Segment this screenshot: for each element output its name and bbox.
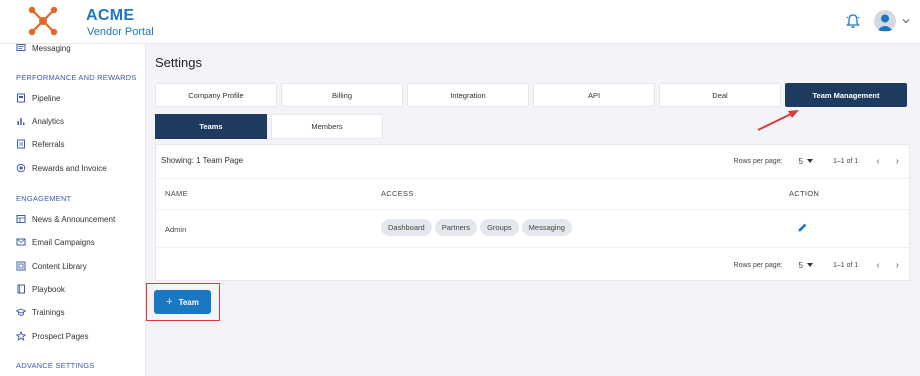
add-team-button[interactable]: + Team bbox=[154, 290, 211, 314]
sidebar-item-label: Email Campaigns bbox=[32, 237, 95, 247]
user-avatar[interactable] bbox=[874, 10, 896, 32]
next-page-icon[interactable]: › bbox=[896, 156, 899, 167]
plus-icon: + bbox=[166, 296, 173, 308]
prev-page-icon[interactable]: ‹ bbox=[876, 156, 879, 167]
access-chip: Dashboard bbox=[381, 219, 432, 236]
page-range: 1–1 of 1 bbox=[833, 157, 859, 165]
sidebar-item-pipeline[interactable]: Pipeline bbox=[16, 90, 60, 106]
sidebar-item-news[interactable]: News & Announcement bbox=[16, 211, 115, 227]
page-range: 1–1 of 1 bbox=[833, 261, 859, 269]
access-chip: Partners bbox=[434, 219, 478, 236]
coin-icon bbox=[16, 163, 26, 173]
sidebar-item-label: Playbook bbox=[32, 284, 65, 294]
graduation-icon bbox=[16, 308, 26, 316]
rows-per-page-select[interactable]: 5 bbox=[799, 157, 803, 166]
column-header-access: ACCESS bbox=[381, 189, 414, 198]
pipeline-icon bbox=[17, 93, 25, 103]
access-chip: Messaging bbox=[521, 219, 572, 236]
sidebar-item-label: Referrals bbox=[32, 139, 65, 149]
next-page-icon[interactable]: › bbox=[896, 260, 899, 271]
access-chips: Dashboard Partners Groups Messaging bbox=[381, 219, 572, 236]
mail-icon bbox=[16, 238, 26, 246]
sidebar-item-label: Rewards and Invoice bbox=[32, 163, 107, 173]
sidebar-item-playbook[interactable]: Playbook bbox=[16, 281, 65, 297]
sidebar-item-prospect-pages[interactable]: Prospect Pages bbox=[16, 328, 88, 344]
sidebar-item-trainings[interactable]: Trainings bbox=[16, 304, 65, 320]
pagination-bottom: Rows per page: 5 1–1 of 1 ‹ › bbox=[734, 258, 899, 272]
annotation-arrow-icon bbox=[757, 110, 799, 131]
divider bbox=[156, 209, 909, 210]
sidebar-item-email-campaigns[interactable]: Email Campaigns bbox=[16, 234, 95, 250]
dropdown-caret-icon[interactable] bbox=[807, 159, 813, 163]
bar-chart-icon bbox=[17, 118, 25, 125]
subtab-teams[interactable]: Teams bbox=[155, 114, 267, 139]
chat-icon bbox=[16, 44, 26, 51]
pagination-top: Rows per page: 5 1–1 of 1 ‹ › bbox=[734, 154, 899, 168]
section-title-advance-settings: ADVANCE SETTINGS bbox=[16, 361, 95, 370]
referral-icon bbox=[17, 139, 25, 149]
sidebar-item-rewards[interactable]: Rewards and Invoice bbox=[16, 160, 107, 176]
sidebar-item-label: Messaging bbox=[32, 44, 71, 53]
chevron-down-icon[interactable] bbox=[901, 16, 911, 26]
prev-page-icon[interactable]: ‹ bbox=[876, 260, 879, 271]
book-icon bbox=[17, 284, 25, 294]
star-icon bbox=[16, 331, 26, 341]
sidebar-item-label: News & Announcement bbox=[32, 214, 116, 224]
library-icon bbox=[16, 261, 26, 271]
column-header-name: NAME bbox=[165, 189, 188, 198]
dropdown-caret-icon[interactable] bbox=[807, 263, 813, 267]
top-header: ACME Vendor Portal bbox=[0, 0, 920, 44]
rows-per-page-label: Rows per page: bbox=[733, 261, 783, 269]
sidebar-item-content-library[interactable]: Content Library bbox=[16, 258, 87, 274]
divider bbox=[156, 247, 909, 248]
team-name-cell: Admin bbox=[165, 225, 187, 234]
sidebar-item-label: Pipeline bbox=[32, 93, 61, 103]
sidebar-item-label: Analytics bbox=[32, 116, 65, 126]
tab-integration[interactable]: Integration bbox=[407, 83, 529, 107]
sidebar-item-label: Trainings bbox=[32, 307, 65, 317]
divider bbox=[156, 178, 909, 179]
section-title-engagement: ENGAGEMENT bbox=[16, 194, 72, 203]
brand-subtitle: Vendor Portal bbox=[87, 26, 154, 38]
acme-logo-icon[interactable] bbox=[26, 4, 60, 38]
news-icon bbox=[16, 215, 26, 223]
add-team-label: Team bbox=[178, 297, 199, 307]
rows-per-page-label: Rows per page: bbox=[733, 157, 783, 165]
tab-billing[interactable]: Billing bbox=[281, 83, 403, 107]
subtab-members[interactable]: Members bbox=[271, 114, 383, 139]
sidebar-item-referrals[interactable]: Referrals bbox=[16, 136, 64, 152]
page-title: Settings bbox=[155, 55, 202, 70]
access-chip: Groups bbox=[480, 219, 519, 236]
tab-api[interactable]: API bbox=[533, 83, 655, 107]
edit-pencil-icon[interactable] bbox=[797, 222, 808, 233]
sidebar: Messaging PERFORMANCE AND REWARDS Pipeli… bbox=[0, 44, 146, 376]
team-subtabs: Teams Members bbox=[155, 114, 387, 139]
rows-per-page-select[interactable]: 5 bbox=[799, 261, 803, 270]
column-header-action: ACTION bbox=[789, 189, 820, 198]
showing-count: Showing: 1 Team Page bbox=[161, 156, 244, 165]
tab-company-profile[interactable]: Company Profile bbox=[155, 83, 277, 107]
sidebar-item-messaging[interactable]: Messaging bbox=[16, 44, 71, 56]
user-icon bbox=[877, 14, 893, 31]
sidebar-item-label: Prospect Pages bbox=[32, 331, 89, 341]
sidebar-item-label: Content Library bbox=[32, 261, 87, 271]
brand-name: ACME bbox=[86, 7, 135, 24]
notification-bell-icon[interactable] bbox=[845, 13, 861, 29]
sidebar-item-analytics[interactable]: Analytics bbox=[16, 113, 64, 129]
section-title-performance: PERFORMANCE AND REWARDS bbox=[16, 73, 137, 82]
teams-table-panel: Showing: 1 Team Page Rows per page: 5 1–… bbox=[155, 144, 910, 281]
